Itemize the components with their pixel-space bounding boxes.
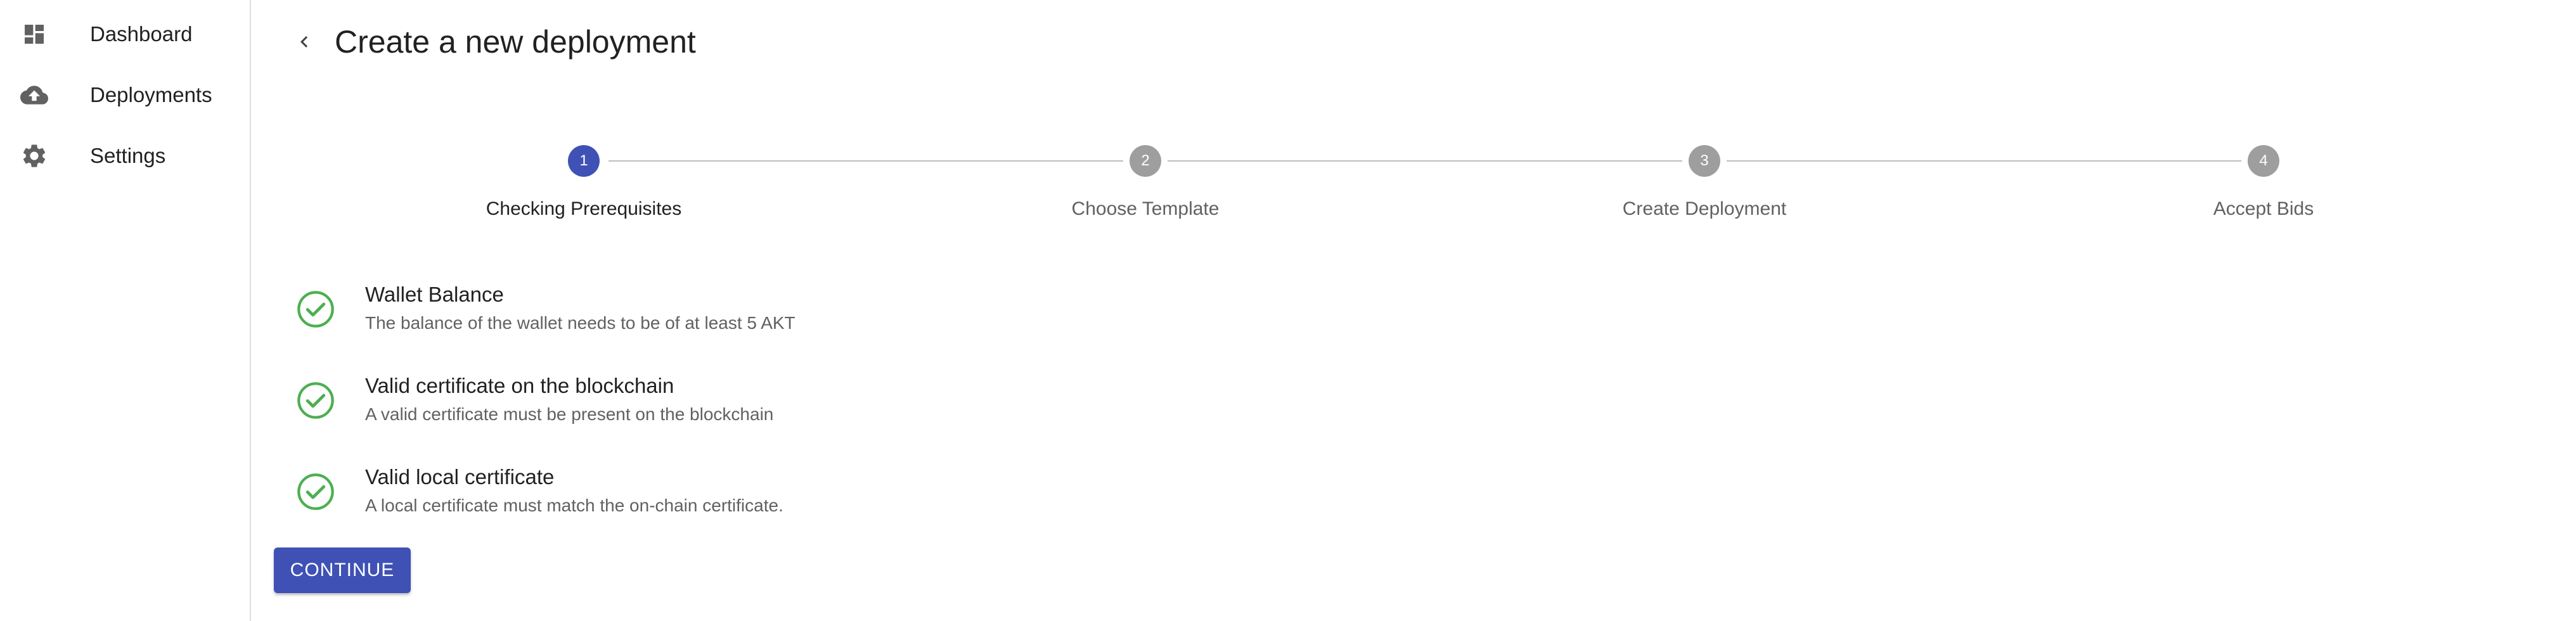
check-title: Valid local certificate bbox=[365, 465, 555, 489]
check-circle-icon bbox=[295, 380, 336, 421]
check-title: Valid certificate on the blockchain bbox=[365, 374, 674, 397]
step-3-indicator: 3 bbox=[1689, 145, 1720, 177]
step-2-label: Choose Template bbox=[1071, 198, 1220, 219]
step-3-label: Create Deployment bbox=[1622, 198, 1787, 219]
step-4-indicator: 4 bbox=[2248, 145, 2279, 177]
check-description: A local certificate must match the on-ch… bbox=[365, 496, 783, 515]
step-connector bbox=[609, 160, 1123, 162]
step-connector bbox=[1168, 160, 1682, 162]
continue-button[interactable]: CONTINUE bbox=[274, 547, 411, 593]
step-2-indicator: 2 bbox=[1130, 145, 1161, 177]
check-title: Wallet Balance bbox=[365, 283, 504, 306]
step-4-label: Accept Bids bbox=[2213, 198, 2314, 219]
step-connector bbox=[1727, 160, 2241, 162]
prerequisite-item: Valid local certificate A local certific… bbox=[0, 0, 1268, 515]
step-1-label: Checking Prerequisites bbox=[486, 198, 682, 219]
step-1-indicator: 1 bbox=[568, 145, 600, 177]
check-circle-icon bbox=[295, 471, 336, 512]
check-circle-icon bbox=[295, 289, 336, 330]
check-description: The balance of the wallet needs to be of… bbox=[365, 313, 795, 333]
check-description: A valid certificate must be present on t… bbox=[365, 404, 774, 424]
